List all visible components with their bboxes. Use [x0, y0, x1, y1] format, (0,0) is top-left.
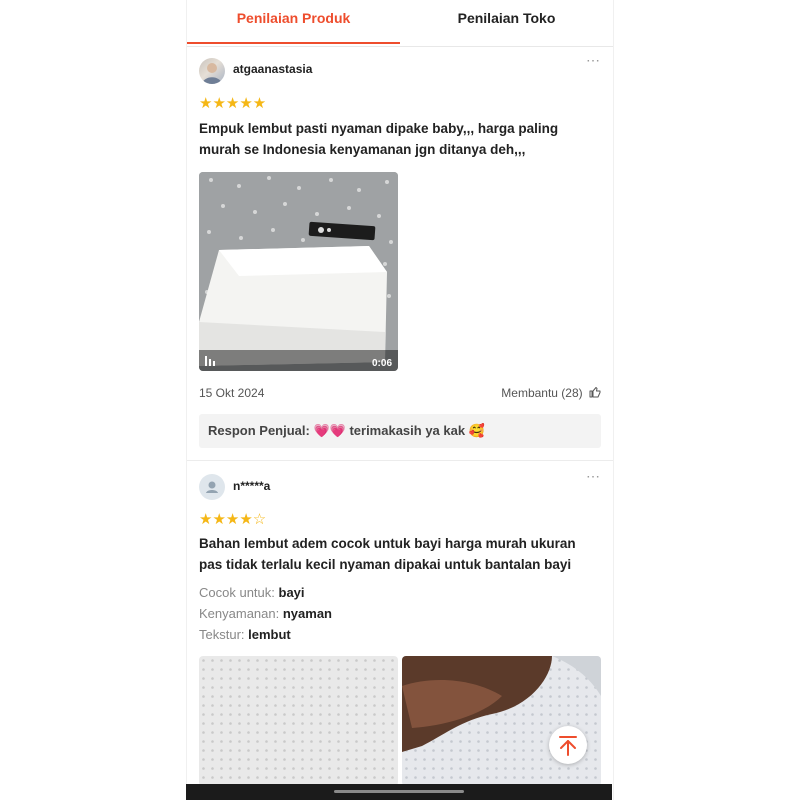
review-media-row	[199, 656, 601, 786]
reviewer-username[interactable]: atgaanastasia	[233, 62, 312, 76]
attribute-comfort: Kenyamanan: nyaman	[199, 606, 332, 621]
more-options-icon[interactable]: ⋯	[586, 52, 601, 69]
default-user-icon	[206, 481, 218, 493]
review-tabs: Penilaian Produk Penilaian Toko	[187, 0, 613, 47]
helpful-button[interactable]: Membantu (28)	[501, 386, 601, 400]
rating-stars: ★★★★☆	[199, 510, 266, 528]
arrow-up-to-top-icon	[559, 736, 577, 756]
avatar[interactable]	[199, 474, 225, 500]
review-photo[interactable]	[199, 656, 398, 786]
review-item: n*****a ⋯ ★★★★☆ Bahan lembut adem cocok …	[199, 468, 601, 794]
review-photo[interactable]	[402, 656, 601, 786]
tab-shop-reviews[interactable]: Penilaian Toko	[400, 0, 613, 44]
review-date: 15 Okt 2024	[199, 386, 265, 400]
active-tab-indicator	[187, 42, 400, 44]
helpful-label: Membantu (28)	[501, 386, 583, 400]
system-navigation-bar	[186, 784, 612, 800]
avatar[interactable]	[199, 58, 225, 84]
tab-product-reviews[interactable]: Penilaian Produk	[187, 0, 400, 44]
attribute-suitable-for: Cocok untuk: bayi	[199, 585, 305, 600]
reviewer-username[interactable]: n*****a	[233, 479, 270, 493]
review-text: Empuk lembut pasti nyaman dipake baby,,,…	[199, 121, 559, 157]
filled-stars: ★★★★	[199, 511, 253, 528]
review-divider	[187, 460, 613, 461]
thumbs-up-icon	[589, 387, 601, 398]
home-indicator[interactable]	[334, 790, 464, 793]
review-video-thumbnail[interactable]: 0:06	[199, 172, 398, 371]
review-screen: Penilaian Produk Penilaian Toko atgaanas…	[186, 0, 614, 800]
seller-response-text: Respon Penjual: 💗💗 terimakasih ya kak 🥰	[208, 423, 485, 438]
attribute-texture: Tekstur: lembut	[199, 627, 291, 642]
review-item: atgaanastasia ⋯ ★★★★★ Empuk lembut pasti…	[199, 52, 601, 448]
review-text: Bahan lembut adem cocok untuk bayi harga…	[199, 536, 576, 572]
more-options-icon[interactable]: ⋯	[586, 468, 601, 485]
rating-stars: ★★★★★	[199, 95, 267, 112]
seller-response: Respon Penjual: 💗💗 terimakasih ya kak 🥰	[199, 414, 601, 448]
back-to-top-button[interactable]	[549, 726, 587, 764]
video-duration: 0:06	[372, 358, 392, 369]
empty-star: ☆	[252, 511, 267, 528]
